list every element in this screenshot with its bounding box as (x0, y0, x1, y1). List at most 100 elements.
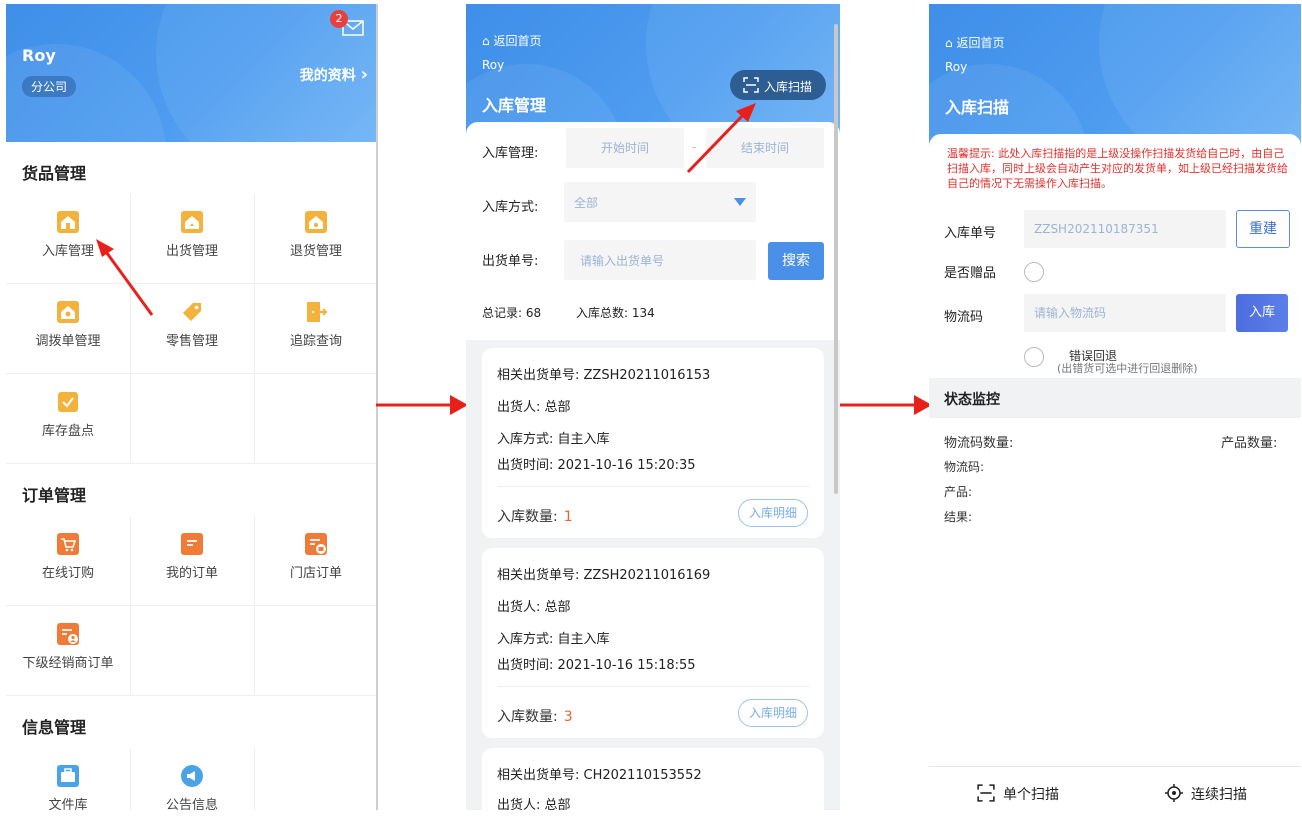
section-title-info: 信息管理 (22, 718, 87, 737)
logistics-label: 物流码 (944, 310, 984, 325)
grid-item-my-orders[interactable]: 我的订单 (130, 516, 255, 606)
order-icon (181, 533, 203, 555)
order-number-input[interactable]: 请输入出货单号 (564, 240, 756, 280)
date-label: 入库管理: (482, 146, 539, 161)
red-pointer-arrow (96, 239, 154, 316)
back-home-label: 返回首页 (956, 36, 1005, 50)
grid-item-store-orders[interactable]: 门店订单 (254, 516, 376, 606)
quantity-label: 入库数量: (497, 509, 558, 525)
grid-item-label: 下级经销商订单 (22, 656, 114, 671)
filter-form: 入库管理: 开始时间 - 结束时间 入库方式: 全部 出货单号: 请输入出货单号… (466, 122, 840, 340)
record-card[interactable]: 相关出货单号: CH202110153552 出货人: 总部 (482, 748, 824, 810)
total-records: 总记录: 68 (482, 306, 542, 320)
receipt-label: 入库单号 (944, 226, 997, 241)
ship-time: 出货时间: 2021-10-16 15:18:55 (497, 658, 696, 673)
inbound-detail-button[interactable]: 入库明细 (738, 699, 808, 727)
ship-time: 出货时间: 2021-10-16 15:20:35 (497, 458, 696, 473)
dealer-order-icon (57, 623, 79, 645)
rebuild-button[interactable]: 重建 (1236, 210, 1290, 248)
related-order: 相关出货单号: CH202110153552 (497, 768, 702, 783)
error-return-radio[interactable] (1024, 347, 1044, 367)
grid-item-announcements[interactable]: 公告信息 (130, 748, 255, 810)
home-icon: ⌂ (482, 34, 490, 48)
quantity-value: 3 (563, 709, 573, 725)
continuous-scan-button[interactable]: 连续扫描 (1165, 781, 1247, 804)
tag-icon (183, 303, 201, 321)
inbound-method: 入库方式: 自主入库 (497, 432, 610, 447)
clipboard-icon (58, 392, 78, 412)
shipper: 出货人: 总部 (497, 798, 571, 810)
grid-empty (254, 374, 376, 464)
scan-button-label: 入库扫描 (764, 80, 813, 94)
user-name: Roy (945, 60, 968, 74)
inbound-scan-button[interactable]: 入库扫描 (730, 70, 826, 100)
inbound-quantity: 入库数量: 1 (497, 506, 573, 526)
logistics-code-input[interactable]: 请输入物流码 (1024, 294, 1226, 332)
store-in-button[interactable]: 入库 (1236, 294, 1288, 332)
section-title-goods: 货品管理 (22, 164, 87, 183)
dropdown-arrow-icon (734, 198, 746, 206)
grid-item-dealer-orders[interactable]: 下级经销商订单 (6, 606, 131, 696)
grid-item-label: 调拨单管理 (35, 334, 101, 349)
code-label: 物流码: (944, 460, 985, 474)
my-profile-link[interactable]: 我的资料 › (300, 64, 368, 85)
warm-tip: 温馨提示: 此处入库扫描指的是上级没操作扫描发货给自己时，由自己扫描入库，同时上… (947, 147, 1288, 190)
grid-item-online-order[interactable]: 在线订购 (6, 516, 131, 606)
grid-item-label: 公告信息 (165, 798, 218, 810)
home-panel: Roy 分公司 我的资料 › 2 货品管理 入库管理 出货管理 退货管理 调拨单… (6, 4, 378, 810)
continuous-scan-label: 连续扫描 (1191, 787, 1247, 803)
grid-item-stocktake[interactable]: 库存盘点 (6, 374, 131, 464)
user-name: Roy (22, 46, 56, 65)
briefcase-icon (57, 765, 79, 787)
grid-item-label: 门店订单 (289, 566, 342, 581)
receipt-number-input[interactable]: ZZSH202110187351 (1024, 210, 1226, 248)
card-divider (497, 486, 809, 487)
megaphone-icon (181, 765, 203, 787)
inbound-management-panel: ⌂ 返回首页 Roy 入库管理 入库扫描 入库管理: 开始时间 - 结束时间 入… (466, 4, 840, 810)
shipper: 出货人: 总部 (497, 600, 571, 615)
shipper: 出货人: 总部 (497, 400, 571, 415)
error-return-hint: (出错货可选中进行回退删除) (1057, 362, 1198, 375)
grid-item-returns[interactable]: 退货管理 (254, 194, 376, 284)
order-label: 出货单号: (482, 254, 539, 269)
code-count-label: 物流码数量: (944, 436, 1014, 451)
result-label: 结果: (944, 510, 973, 524)
grid-item-tracking[interactable]: 追踪查询 (254, 284, 376, 374)
grid-item-label: 文件库 (48, 798, 88, 810)
inbound-detail-button[interactable]: 入库明细 (738, 499, 808, 527)
gift-radio[interactable] (1024, 262, 1044, 282)
scrollbar[interactable] (834, 24, 838, 494)
home-icon: ⌂ (945, 36, 953, 50)
inbound-quantity: 入库数量: 3 (497, 706, 573, 726)
monitor-title: 状态监控 (944, 392, 1000, 408)
method-select[interactable]: 全部 (564, 182, 756, 222)
quantity-label: 入库数量: (497, 709, 558, 725)
start-date-input[interactable]: 开始时间 (566, 128, 684, 168)
grid-item-label: 退货管理 (289, 244, 342, 259)
record-card[interactable]: 相关出货单号: ZZSH20211016169 出货人: 总部 入库方式: 自主… (482, 548, 824, 738)
back-home-link[interactable]: ⌂ 返回首页 (945, 34, 1004, 51)
branch-badge: 分公司 (22, 76, 77, 97)
red-pointer-arrow (686, 103, 756, 174)
user-name: Roy (482, 58, 505, 72)
scan-form: 温馨提示: 此处入库扫描指的是上级没操作扫描发货给自己时，由自己扫描入库，同时上… (929, 134, 1301, 810)
product-count-label: 产品数量: (1221, 436, 1278, 451)
record-card[interactable]: 相关出货单号: ZZSH20211016153 出货人: 总部 入库方式: 自主… (482, 348, 824, 538)
single-scan-label: 单个扫描 (1003, 787, 1059, 803)
exit-door-icon (307, 302, 328, 322)
inbound-method: 入库方式: 自主入库 (497, 632, 610, 647)
page-title: 入库扫描 (945, 98, 1010, 117)
section-title-orders: 订单管理 (22, 486, 87, 505)
order-input-placeholder: 请输入出货单号 (580, 254, 665, 268)
search-button[interactable]: 搜索 (768, 242, 824, 280)
card-divider (497, 686, 809, 687)
flow-arrow-right (376, 395, 468, 415)
my-profile-label: 我的资料 (299, 68, 356, 84)
scan-icon (977, 784, 995, 802)
single-scan-button[interactable]: 单个扫描 (977, 781, 1059, 804)
grid-empty (130, 606, 255, 696)
warehouse-icon (57, 211, 79, 233)
back-home-link[interactable]: ⌂ 返回首页 (482, 32, 541, 49)
scan-header: ⌂ 返回首页 Roy 入库扫描 (929, 4, 1301, 154)
grid-item-files[interactable]: 文件库 (6, 748, 131, 810)
